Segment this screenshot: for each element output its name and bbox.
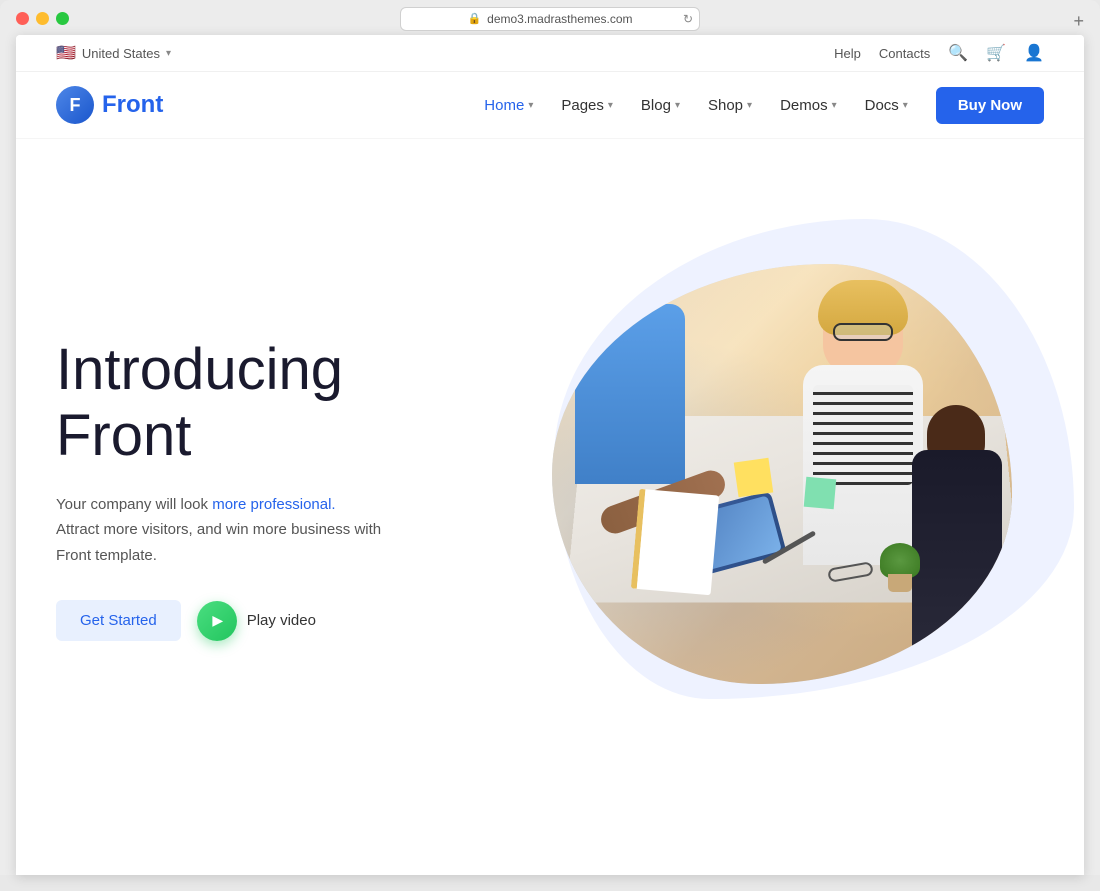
- notebook: [631, 488, 719, 595]
- sticky-note-yellow: [734, 458, 774, 498]
- main-navbar: F Front Home ▾ Pages ▾ Blog ▾ Shop: [16, 72, 1084, 139]
- hero-actions: Get Started ▶ Play video: [56, 600, 481, 641]
- logo-text: Front: [102, 91, 163, 119]
- maximize-button[interactable]: [56, 12, 69, 25]
- browser-controls: [16, 12, 69, 25]
- hero-content: Introducing Front Your company will look…: [56, 337, 501, 642]
- chevron-down-icon: ▾: [166, 48, 171, 59]
- play-icon-button[interactable]: ▶: [197, 601, 237, 641]
- person-body: [803, 365, 923, 565]
- person-glasses: [833, 323, 893, 341]
- chevron-down-icon: ▾: [903, 100, 908, 111]
- person-blue-shirt: [575, 264, 695, 484]
- nav-demos[interactable]: Demos ▾: [780, 97, 837, 114]
- meeting-scene: [552, 264, 1012, 684]
- hero-description: Your company will look more professional…: [56, 492, 396, 569]
- nav-shop[interactable]: Shop ▾: [708, 97, 752, 114]
- chevron-down-icon: ▾: [675, 100, 680, 111]
- chevron-down-icon: ▾: [747, 100, 752, 111]
- chevron-down-icon: ▾: [528, 100, 533, 111]
- refresh-icon[interactable]: ↻: [683, 12, 693, 26]
- user-icon[interactable]: 👤: [1024, 43, 1044, 63]
- flag-icon: 🇺🇸: [56, 43, 76, 63]
- search-icon[interactable]: 🔍: [948, 43, 968, 63]
- minimize-button[interactable]: [36, 12, 49, 25]
- lock-icon: 🔒: [467, 12, 481, 25]
- close-button[interactable]: [16, 12, 29, 25]
- play-icon: ▶: [212, 612, 223, 629]
- nav-blog[interactable]: Blog ▾: [641, 97, 680, 114]
- browser-content: 🇺🇸 United States ▾ Help Contacts 🔍 🛒 👤 F…: [16, 35, 1084, 875]
- address-bar[interactable]: 🔒 demo3.madrasthemes.com ↻: [400, 7, 700, 31]
- play-video-button[interactable]: ▶ Play video: [197, 601, 316, 641]
- new-tab-button[interactable]: +: [1073, 12, 1084, 30]
- utility-links: Help Contacts 🔍 🛒 👤: [834, 43, 1044, 63]
- person-dark-shirt: [912, 390, 1012, 670]
- chevron-down-icon: ▾: [832, 100, 837, 111]
- person-body: [575, 304, 685, 484]
- get-started-button[interactable]: Get Started: [56, 600, 181, 641]
- hero-photo: [552, 264, 1012, 684]
- logo[interactable]: F Front: [56, 86, 163, 124]
- region-name: United States: [82, 46, 160, 61]
- hero-section: Introducing Front Your company will look…: [16, 139, 1084, 819]
- nav-docs[interactable]: Docs ▾: [865, 97, 908, 114]
- plant: [880, 542, 920, 592]
- url-text: demo3.madrasthemes.com: [487, 12, 632, 26]
- plant-pot: [888, 574, 912, 592]
- hero-image: [501, 239, 1044, 739]
- plant-leaves: [880, 543, 920, 578]
- buy-now-button[interactable]: Buy Now: [936, 87, 1044, 124]
- contacts-link[interactable]: Contacts: [879, 46, 930, 61]
- person-body: [912, 450, 1002, 670]
- nav-home[interactable]: Home ▾: [484, 97, 533, 114]
- person-head: [823, 285, 903, 375]
- cart-icon[interactable]: 🛒: [986, 43, 1006, 63]
- hero-title: Introducing Front: [56, 337, 481, 470]
- utility-bar: 🇺🇸 United States ▾ Help Contacts 🔍 🛒 👤: [16, 35, 1084, 72]
- play-video-label: Play video: [247, 612, 316, 629]
- nav-links: Home ▾ Pages ▾ Blog ▾ Shop ▾ Demos ▾: [484, 87, 1044, 124]
- nav-pages[interactable]: Pages ▾: [561, 97, 613, 114]
- logo-icon: F: [56, 86, 94, 124]
- help-link[interactable]: Help: [834, 46, 861, 61]
- chevron-down-icon: ▾: [608, 100, 613, 111]
- region-selector[interactable]: 🇺🇸 United States ▾: [56, 43, 171, 63]
- person-stripes: [813, 385, 913, 485]
- sticky-note-green: [804, 476, 837, 509]
